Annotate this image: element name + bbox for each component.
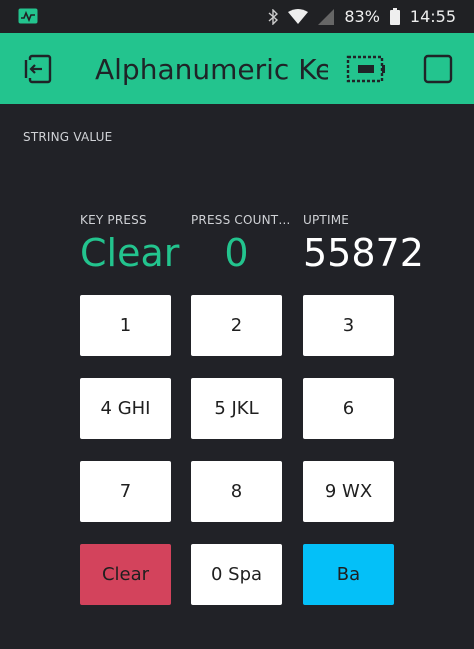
battery-percent: 83% bbox=[344, 7, 380, 26]
bluetooth-icon bbox=[268, 8, 279, 25]
device-icon[interactable] bbox=[344, 33, 388, 104]
press-count-label: PRESS COUNT… bbox=[191, 213, 291, 227]
key-5[interactable]: 5 JKL bbox=[191, 378, 282, 439]
key-9[interactable]: 9 WX bbox=[303, 461, 394, 522]
key-0[interactable]: 0 Spa bbox=[191, 544, 282, 605]
signal-icon bbox=[318, 8, 335, 25]
wifi-icon bbox=[288, 8, 309, 25]
uptime-label: UPTIME bbox=[303, 213, 350, 227]
key-press-value: Clear bbox=[80, 231, 180, 275]
key-1[interactable]: 1 bbox=[80, 295, 171, 356]
uptime-value: 55872 bbox=[303, 231, 424, 275]
key-press-label: KEY PRESS bbox=[80, 213, 147, 227]
key-3[interactable]: 3 bbox=[303, 295, 394, 356]
key-7[interactable]: 7 bbox=[80, 461, 171, 522]
back-button[interactable]: Ba bbox=[303, 544, 394, 605]
app-bar: Alphanumeric Keypad bbox=[0, 33, 474, 104]
stop-icon[interactable] bbox=[420, 33, 456, 104]
activity-icon bbox=[18, 8, 38, 28]
key-2[interactable]: 2 bbox=[191, 295, 282, 356]
status-bar: 83% 14:55 bbox=[0, 0, 474, 33]
app-title: Alphanumeric Keypad bbox=[95, 53, 328, 86]
battery-icon bbox=[389, 8, 400, 25]
key-4[interactable]: 4 GHI bbox=[80, 378, 171, 439]
string-value-label: STRING VALUE bbox=[23, 130, 113, 144]
press-count-value: 0 bbox=[224, 231, 249, 275]
key-6[interactable]: 6 bbox=[303, 378, 394, 439]
key-8[interactable]: 8 bbox=[191, 461, 282, 522]
exit-icon[interactable] bbox=[18, 33, 58, 104]
clock: 14:55 bbox=[409, 7, 456, 26]
clear-button[interactable]: Clear bbox=[80, 544, 171, 605]
